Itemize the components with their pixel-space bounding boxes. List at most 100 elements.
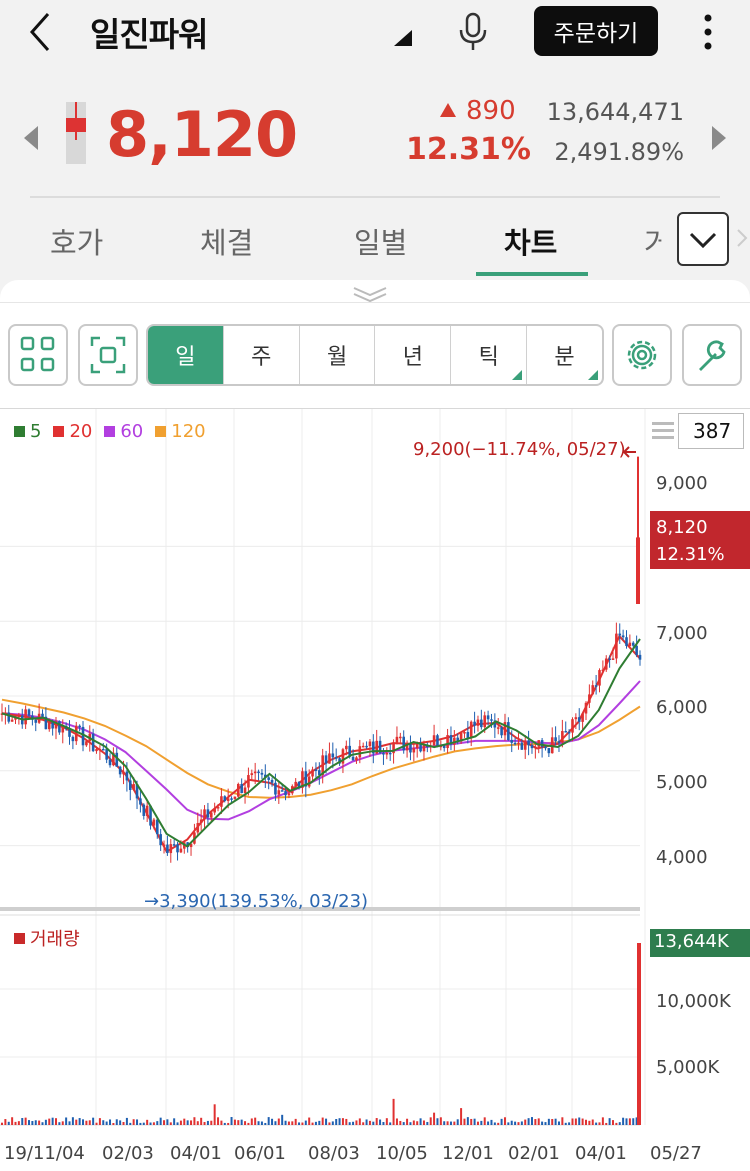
candle <box>500 727 503 736</box>
period-month[interactable]: 월 <box>300 326 376 384</box>
period-day[interactable]: 일 <box>148 326 224 384</box>
volume-bar <box>7 1121 10 1125</box>
volume-bar <box>173 1118 176 1125</box>
volume-bar <box>102 1120 105 1125</box>
fullscreen-button[interactable] <box>78 324 138 386</box>
candle <box>74 725 78 742</box>
volume-bar <box>314 1121 317 1125</box>
volume-bar <box>534 1119 537 1125</box>
volume-bar <box>260 1121 263 1125</box>
period-tick[interactable]: 틱 <box>451 326 528 384</box>
candle <box>483 715 487 728</box>
volume-bar <box>345 1118 348 1125</box>
candle <box>588 694 591 703</box>
candle <box>476 719 480 726</box>
y-tick-7000: 7,000 <box>656 623 708 644</box>
candle <box>422 745 426 752</box>
candle <box>334 757 338 759</box>
gear-icon <box>627 340 657 370</box>
volume-bar <box>416 1121 419 1125</box>
mic-icon[interactable] <box>456 12 490 52</box>
candle <box>307 776 311 787</box>
candle <box>71 736 75 742</box>
volume-bar <box>524 1119 527 1125</box>
period-minute[interactable]: 분 <box>527 326 602 384</box>
tab-hoga[interactable]: 호가 <box>50 220 103 262</box>
x-tick-8: 02/01 <box>508 1143 560 1164</box>
stock-chart[interactable]: 5 20 60 120 387 9,200(−11.74%, 05/27) →3… <box>0 408 750 1171</box>
chart-tools-button[interactable] <box>682 324 742 386</box>
volume-bar <box>308 1117 311 1125</box>
menu-lines-icon[interactable] <box>650 419 676 443</box>
volume-bar <box>38 1120 41 1125</box>
current-price-tag-value: 8,120 <box>656 517 708 538</box>
period-year-label: 년 <box>402 345 424 370</box>
layout-grid-button[interactable] <box>8 324 68 386</box>
more-menu-icon[interactable] <box>700 12 716 52</box>
tab-chart[interactable]: 차트 <box>504 220 557 262</box>
tab-bar: 호가 체결 일별 차트 거래 <box>0 206 750 278</box>
candle <box>203 809 206 820</box>
back-icon[interactable] <box>24 10 60 54</box>
candle <box>598 670 601 686</box>
candle <box>24 709 27 725</box>
candle <box>101 748 105 751</box>
volume-bar <box>402 1122 405 1125</box>
price-change-value: 890 <box>466 96 516 126</box>
volume-bar <box>557 1121 560 1125</box>
candle <box>91 733 95 752</box>
next-stock-icon[interactable] <box>712 126 726 150</box>
candle <box>621 635 625 638</box>
mini-candle-icon <box>66 102 86 164</box>
collapse-handle-icon[interactable] <box>350 285 390 303</box>
volume-bar <box>564 1122 567 1125</box>
candle <box>142 804 146 816</box>
chart-canvas[interactable] <box>0 409 750 1171</box>
stock-title[interactable]: 일진파워 <box>90 8 208 56</box>
candle <box>176 844 179 853</box>
candle <box>128 780 132 790</box>
volume-bar <box>190 1120 193 1125</box>
volume-bar <box>122 1121 125 1125</box>
volume-bar <box>21 1118 24 1125</box>
zoom-count[interactable]: 387 <box>678 413 744 449</box>
current-price: 8,120 <box>106 98 298 171</box>
volume-bar <box>341 1118 344 1125</box>
volume-bar <box>385 1118 388 1125</box>
tab-dropdown-button[interactable] <box>677 212 729 266</box>
volume-bar <box>166 1119 169 1125</box>
candle <box>557 741 561 743</box>
tab-trades[interactable]: 체결 <box>200 220 253 262</box>
candle <box>594 685 598 687</box>
title-dropdown-icon[interactable] <box>394 30 412 46</box>
volume-bar <box>352 1121 355 1125</box>
period-tick-label: 틱 <box>478 345 499 370</box>
chart-settings-button[interactable] <box>612 324 672 386</box>
period-week[interactable]: 주 <box>224 326 300 384</box>
header: 일진파워 주문하기 <box>0 0 750 62</box>
candle <box>209 812 213 818</box>
volume-bar <box>250 1118 253 1125</box>
candle <box>331 753 335 758</box>
current-volume-tag: 13,644K <box>650 929 750 957</box>
panel-divider <box>0 302 750 303</box>
volume-bar <box>321 1117 324 1125</box>
candle <box>274 782 277 795</box>
period-year[interactable]: 년 <box>375 326 452 384</box>
tab-active-indicator <box>476 272 588 276</box>
tab-daily[interactable]: 일별 <box>354 220 407 262</box>
candle <box>554 737 557 742</box>
volume-bar <box>355 1120 358 1125</box>
candle <box>226 798 230 801</box>
candle <box>199 819 203 824</box>
volume-bar <box>335 1119 338 1125</box>
candle <box>240 783 243 794</box>
volume-bar <box>206 1120 209 1125</box>
candle <box>604 658 608 670</box>
order-button[interactable]: 주문하기 <box>534 6 658 56</box>
candle <box>98 748 102 751</box>
volume-bar <box>11 1117 14 1125</box>
candle <box>294 781 297 787</box>
volume-bar <box>541 1121 544 1125</box>
prev-stock-icon[interactable] <box>24 126 38 150</box>
